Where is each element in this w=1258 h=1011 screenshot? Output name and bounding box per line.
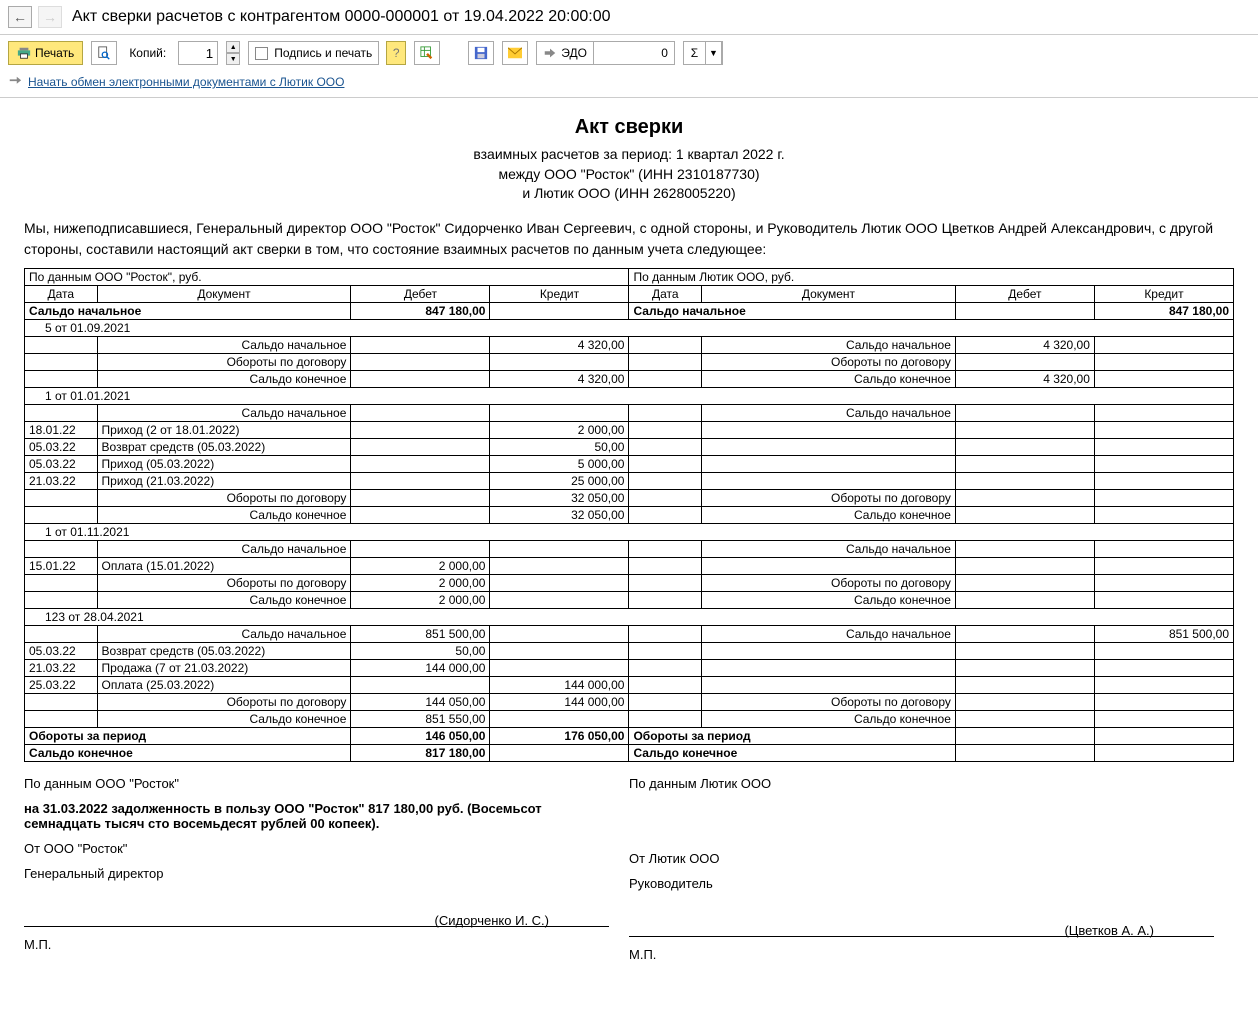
- preview-button[interactable]: [91, 41, 117, 65]
- sign-print-toggle[interactable]: Подпись и печать: [248, 41, 379, 65]
- right-by-data: По данным Лютик ООО: [629, 776, 1214, 791]
- save-button[interactable]: [468, 41, 494, 65]
- position-left: Генеральный директор: [24, 866, 609, 881]
- from-left: От ООО "Росток": [24, 841, 609, 856]
- printer-icon: [17, 46, 31, 60]
- position-right: Руководитель: [629, 876, 1214, 891]
- diskette-icon: [474, 46, 488, 60]
- sig-right: (Цветков А. А.): [629, 921, 1214, 937]
- edit-button[interactable]: [414, 41, 440, 65]
- email-button[interactable]: [502, 41, 528, 65]
- mp-right: М.П.: [629, 947, 1214, 962]
- back-button[interactable]: ←: [8, 6, 32, 28]
- exchange-icon: [8, 75, 22, 89]
- preamble: Мы, нижеподписавшиеся, Генеральный дирек…: [24, 218, 1234, 260]
- doc-title: Акт сверки: [24, 116, 1234, 139]
- from-right: От Лютик ООО: [629, 851, 1214, 866]
- sig-left: (Сидорченко И. С.): [24, 911, 609, 927]
- debt-text: на 31.03.2022 задолженность в пользу ООО…: [24, 801, 609, 831]
- start-edo-link[interactable]: Начать обмен электронными документами с …: [28, 75, 344, 89]
- copies-label: Копий:: [129, 46, 166, 60]
- copies-up[interactable]: ▲: [226, 41, 240, 53]
- sigma-icon: Σ: [684, 42, 706, 64]
- doc-subtitle: взаимных расчетов за период: 1 квартал 2…: [24, 145, 1234, 204]
- window-title: Акт сверки расчетов с контрагентом 0000-…: [72, 8, 611, 26]
- magnifier-icon: [97, 46, 111, 60]
- reconciliation-table: По данным ООО "Росток", руб. По данным Л…: [24, 268, 1234, 762]
- envelope-icon: [508, 47, 522, 59]
- print-button[interactable]: Печать: [8, 41, 83, 65]
- edo-icon: [543, 46, 557, 60]
- edo-group[interactable]: ЭДО 0: [536, 41, 675, 65]
- mp-left: М.П.: [24, 937, 609, 952]
- sum-dropdown[interactable]: ▼: [706, 42, 722, 64]
- sign-print-help[interactable]: ?: [386, 41, 406, 65]
- sum-button[interactable]: Σ ▼: [683, 41, 723, 65]
- left-by-data: По данным ООО "Росток": [24, 776, 609, 791]
- copies-input[interactable]: [178, 41, 218, 65]
- copies-down[interactable]: ▼: [226, 53, 240, 65]
- sign-print-checkbox[interactable]: [255, 47, 268, 60]
- table-edit-icon: [420, 46, 434, 60]
- forward-button[interactable]: →: [38, 6, 62, 28]
